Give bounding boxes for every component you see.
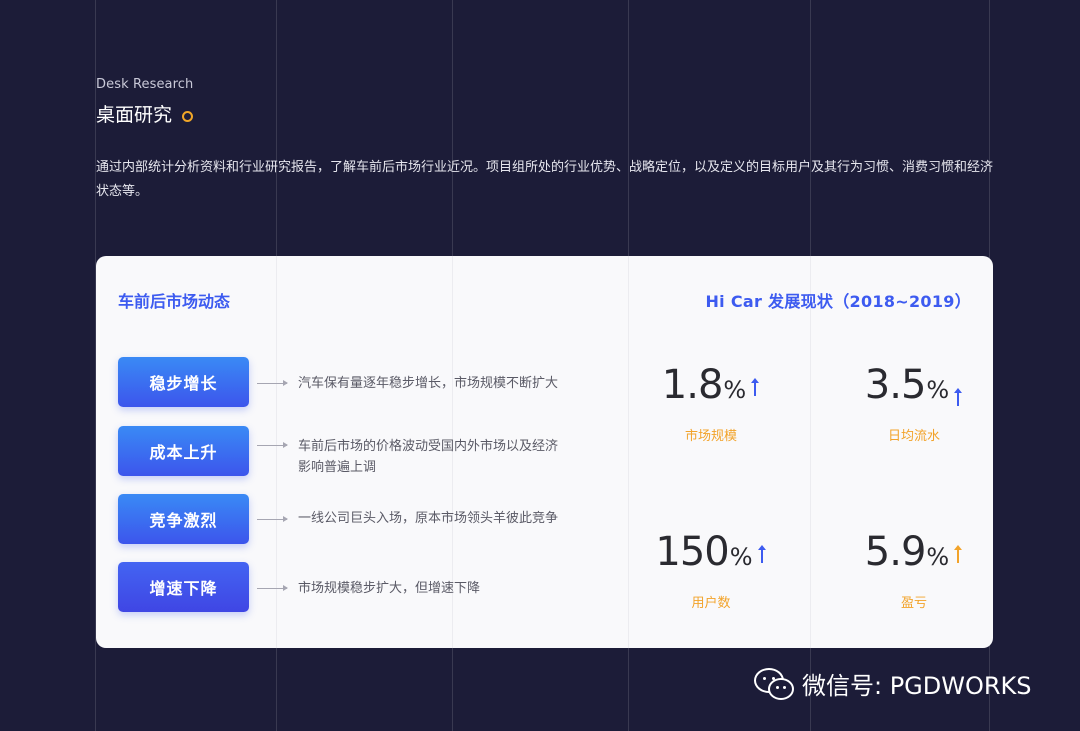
bubble-dot bbox=[783, 686, 786, 689]
stat-daily-flow: 3.5% 日均流水 bbox=[829, 362, 993, 444]
dynamic-tag-slowdown: 增速下降 bbox=[118, 562, 249, 612]
arrow-up-icon bbox=[750, 378, 760, 396]
stat-value: 150% bbox=[626, 529, 796, 580]
stat-number: 150 bbox=[655, 529, 729, 575]
stat-number: 1.8 bbox=[661, 362, 724, 408]
bubble-dot bbox=[776, 686, 779, 689]
dynamic-tag-steady-growth: 稳步增长 bbox=[118, 357, 249, 407]
wechat-watermark: 微信号: PGDWORKS bbox=[752, 664, 1032, 702]
stat-value: 1.8% bbox=[626, 362, 796, 413]
stat-label: 用户数 bbox=[691, 596, 731, 611]
grid-line bbox=[810, 256, 811, 648]
stat-label: 日均流水 bbox=[887, 429, 940, 444]
bubble-dot bbox=[763, 677, 766, 680]
section-eyebrow: Desk Research bbox=[96, 77, 194, 92]
dynamic-tag-cost-rise: 成本上升 bbox=[118, 426, 249, 476]
intro-paragraph: 通过内部统计分析资料和行业研究报告，了解车前后市场行业近况。项目组所处的行业优势… bbox=[96, 160, 994, 199]
stat-number: 5.9 bbox=[864, 529, 927, 575]
stat-profit-loss: 5.9% 盈亏 bbox=[829, 529, 993, 611]
arrow-right-icon bbox=[257, 516, 288, 522]
watermark-text: 微信号: PGDWORKS bbox=[802, 671, 1032, 700]
arrow-up-icon bbox=[953, 545, 963, 563]
hicar-status-title: Hi Car 发展现状（2018~2019） bbox=[705, 292, 971, 311]
arrow-right-icon bbox=[257, 442, 288, 448]
dynamic-description: 市场规模稳步扩大，但增速下降 bbox=[298, 581, 481, 596]
page-title: 桌面研究 bbox=[96, 104, 173, 126]
stat-market-size: 1.8% 市场规模 bbox=[626, 362, 796, 444]
arrow-up-icon bbox=[757, 545, 767, 563]
stat-value: 3.5% bbox=[829, 362, 993, 413]
stat-number: 3.5 bbox=[864, 362, 927, 408]
dynamic-description: 汽车保有量逐年稳步增长，市场规模不断扩大 bbox=[298, 376, 559, 391]
dynamic-description: 车前后市场的价格波动受国内外市场以及经济影响普遍上调 bbox=[298, 439, 559, 475]
arrow-right-icon bbox=[257, 585, 288, 591]
research-card: 车前后市场动态 Hi Car 发展现状（2018~2019） 稳步增长 汽车保有… bbox=[96, 256, 993, 648]
circle-icon bbox=[182, 111, 193, 122]
stat-label: 盈亏 bbox=[900, 596, 927, 611]
market-dynamics-title: 车前后市场动态 bbox=[118, 292, 231, 311]
grid-line bbox=[276, 256, 277, 648]
stat-unit: % bbox=[926, 376, 950, 404]
dynamic-tag-competition: 竞争激烈 bbox=[118, 494, 249, 544]
stat-unit: % bbox=[926, 543, 950, 571]
chat-bubble bbox=[768, 678, 794, 700]
dynamic-description: 一线公司巨头入场，原本市场领头羊彼此竞争 bbox=[298, 511, 559, 526]
arrow-up-icon bbox=[953, 388, 963, 406]
stat-users: 150% 用户数 bbox=[626, 529, 796, 611]
stat-unit: % bbox=[729, 543, 753, 571]
arrow-right-icon bbox=[257, 380, 288, 386]
stat-label: 市场规模 bbox=[684, 429, 737, 444]
stat-value: 5.9% bbox=[829, 529, 993, 580]
stat-unit: % bbox=[723, 376, 747, 404]
wechat-icon bbox=[752, 666, 796, 700]
